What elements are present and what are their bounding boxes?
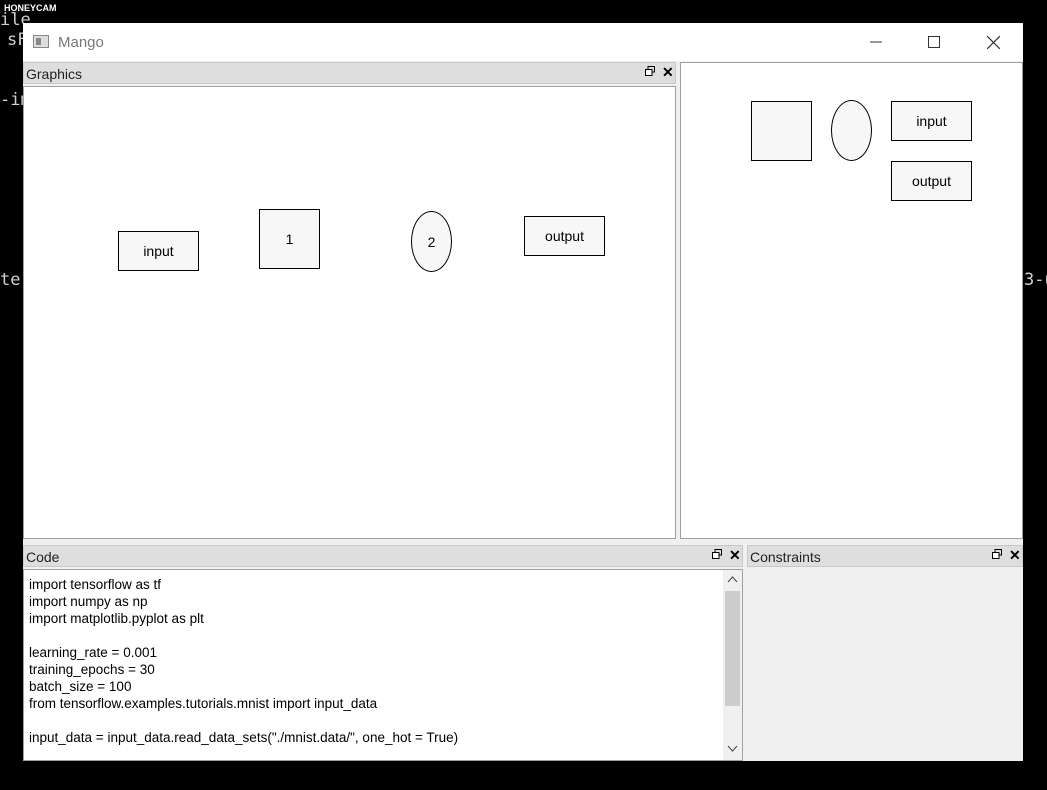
scroll-down-icon[interactable] [727, 745, 738, 753]
graphics-canvas[interactable]: input 1 2 output [23, 86, 676, 539]
app-window-icon [33, 35, 49, 48]
palette-item-label: output [912, 173, 951, 189]
float-panel-icon[interactable] [645, 66, 655, 76]
title-bar[interactable]: Mango [23, 23, 1023, 61]
code-panel-header[interactable]: Code ✕ [23, 545, 743, 567]
constraints-panel-title: Constraints [750, 549, 821, 565]
code-line: batch_size = 100 [29, 679, 132, 694]
palette-output-block[interactable]: output [891, 161, 972, 201]
constraints-panel-body[interactable] [747, 569, 1023, 761]
code-line: import numpy as np [29, 594, 148, 609]
code-editor[interactable]: import tensorflow as tf import numpy as … [23, 569, 743, 761]
close-panel-icon[interactable]: ✕ [662, 64, 674, 81]
close-panel-icon[interactable]: ✕ [729, 547, 741, 564]
palette-input-block[interactable]: input [891, 101, 972, 141]
palette-item-label: input [916, 113, 947, 129]
code-line: input_data = input_data.read_data_sets("… [29, 730, 459, 745]
window-title: Mango [58, 34, 104, 51]
palette-square-shape[interactable] [751, 101, 812, 161]
code-line: training_epochs = 30 [29, 662, 155, 677]
scroll-up-icon[interactable] [727, 575, 738, 583]
maximize-icon [928, 36, 940, 48]
node-label: 1 [285, 231, 294, 247]
code-line: import matplotlib.pyplot as plt [29, 611, 204, 626]
code-line: from tensorflow.examples.tutorials.mnist… [29, 696, 378, 711]
graph-node-input[interactable]: input [118, 231, 199, 271]
vertical-scrollbar[interactable] [723, 570, 742, 760]
close-icon [986, 35, 1000, 49]
graph-node-output[interactable]: output [524, 216, 605, 256]
node-label: input [143, 243, 174, 259]
maximize-button[interactable] [905, 23, 963, 61]
minimize-icon [870, 41, 882, 43]
graphics-panel-header[interactable]: Graphics ✕ [23, 62, 676, 84]
float-panel-icon[interactable] [712, 549, 722, 559]
close-panel-icon[interactable]: ✕ [1009, 547, 1021, 564]
graph-node-square[interactable]: 1 [259, 209, 320, 269]
code-content[interactable]: import tensorflow as tf import numpy as … [29, 576, 458, 746]
minimize-button[interactable] [847, 23, 905, 61]
graphics-panel-title: Graphics [26, 66, 83, 82]
app-window: Mango Graphics ✕ input 1 2 output input … [23, 23, 1023, 761]
graph-node-ellipse[interactable]: 2 [411, 211, 452, 272]
code-panel-title: Code [26, 549, 60, 565]
constraints-panel-header[interactable]: Constraints ✕ [747, 545, 1023, 567]
float-panel-icon[interactable] [992, 549, 1002, 559]
shape-palette[interactable]: input output [680, 62, 1023, 539]
code-line: import tensorflow as tf [29, 577, 162, 592]
code-line: learning_rate = 0.001 [29, 645, 157, 660]
close-button[interactable] [964, 23, 1022, 61]
node-label: 2 [427, 233, 436, 250]
scrollbar-thumb[interactable] [725, 591, 740, 706]
bg-terminal-text: 3-u [1024, 270, 1047, 290]
node-label: output [545, 228, 584, 244]
palette-ellipse-shape[interactable] [831, 100, 872, 161]
